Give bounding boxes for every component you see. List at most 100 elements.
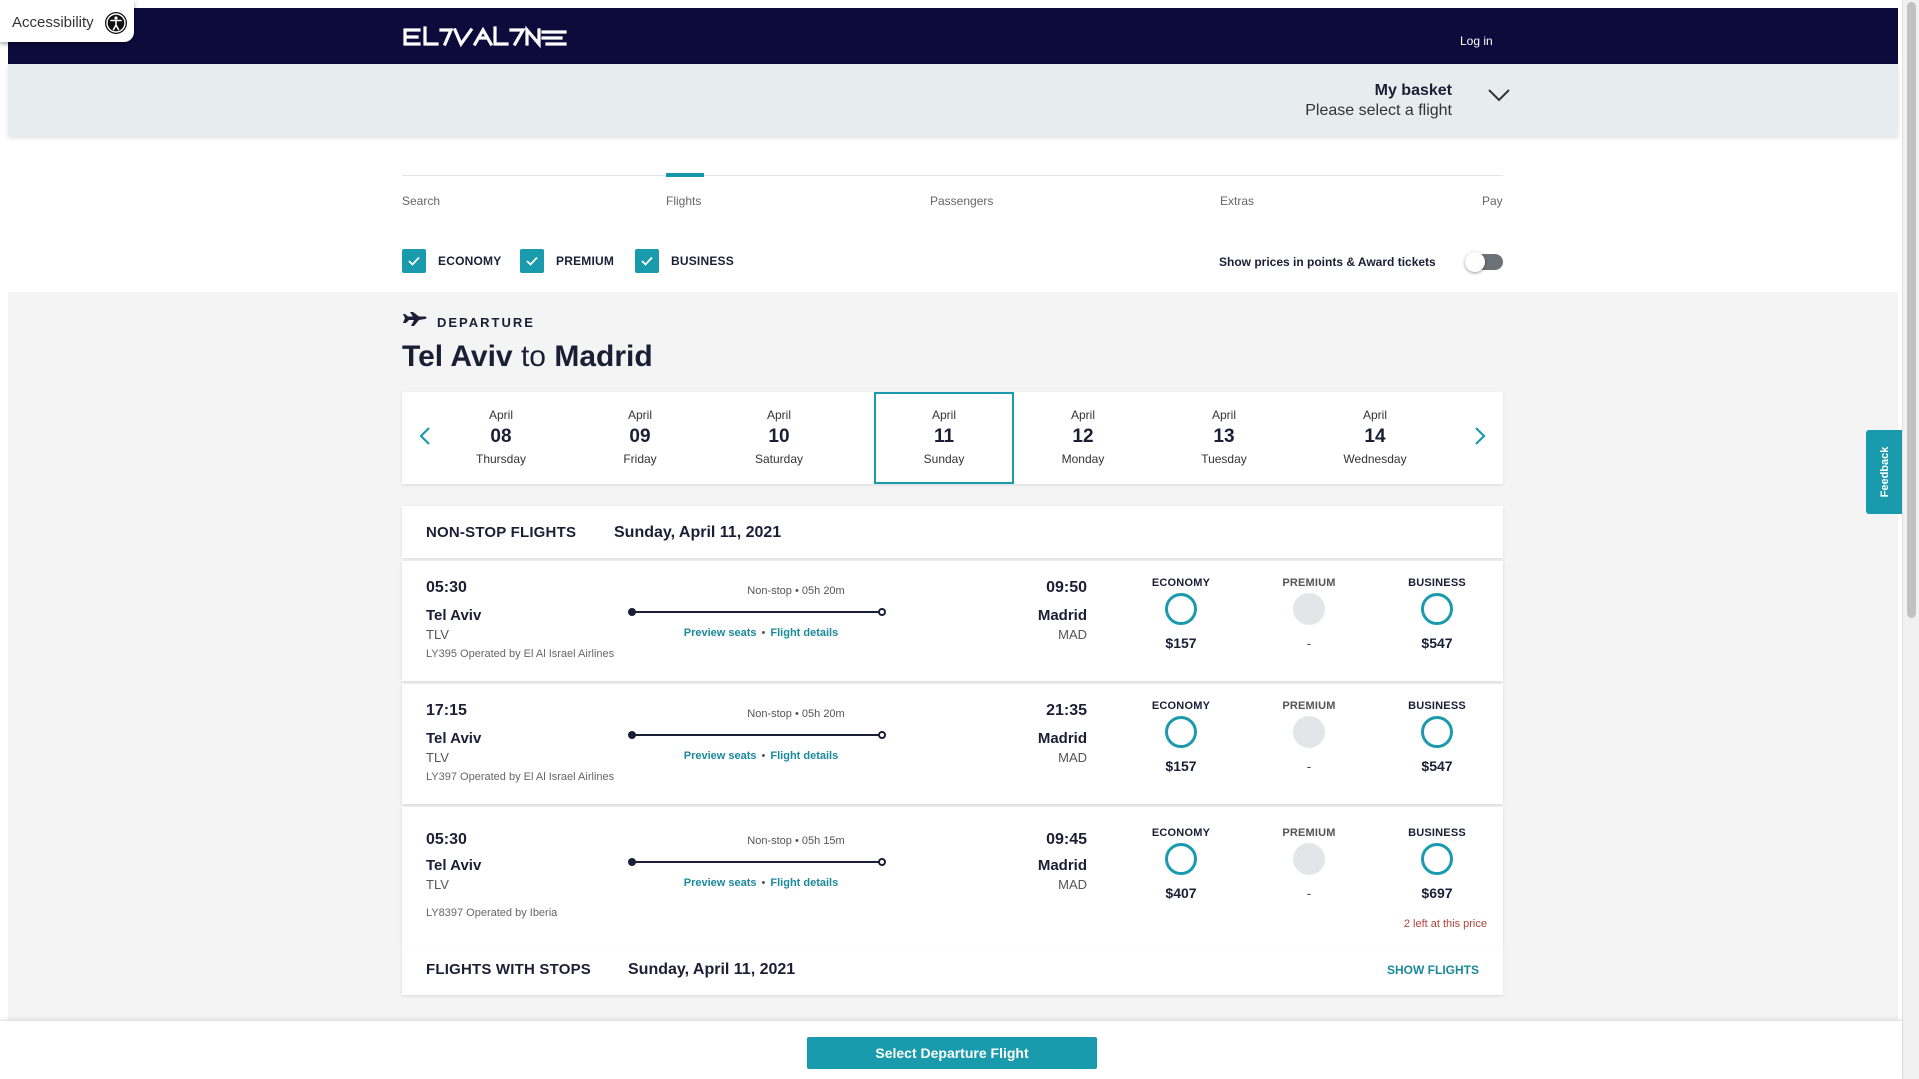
date-option-selected[interactable]: April 11 Sunday (874, 392, 1014, 484)
chevron-down-icon[interactable] (1487, 86, 1511, 104)
route-connector: to (520, 340, 546, 373)
scroll-thumb[interactable] (1907, 2, 1916, 618)
date-day: 09 (629, 426, 651, 447)
economy-fare-radio[interactable] (1165, 593, 1197, 625)
route-title: Tel Aviv to Madrid (402, 340, 653, 374)
date-day: 13 (1213, 426, 1235, 447)
departure-time: 17:15 (426, 702, 467, 719)
stops-label: Non-stop (747, 585, 792, 597)
basket-bar[interactable]: My basket Please select a flight (8, 64, 1898, 136)
business-fare[interactable]: BUSINESS $547 (1382, 700, 1492, 774)
active-step-indicator (666, 173, 704, 177)
premium-checkbox[interactable] (520, 249, 544, 273)
arrival-time: 21:35 (1046, 702, 1087, 719)
top-header: Log in (8, 8, 1898, 64)
basket-title: My basket (1374, 82, 1452, 99)
economy-fare[interactable]: ECONOMY $407 (1126, 827, 1236, 901)
date-option[interactable]: April 14 Wednesday (1305, 392, 1445, 484)
check-icon (408, 256, 420, 266)
accessibility-icon (105, 12, 127, 34)
fare-label: BUSINESS (1408, 700, 1466, 712)
step-flights: Flights (666, 194, 702, 208)
business-fare-radio[interactable] (1421, 843, 1453, 875)
flight-row[interactable]: 05:30 Tel Aviv TLV LY8397 Operated by Ib… (402, 807, 1503, 945)
business-filter[interactable]: BUSINESS (635, 249, 734, 273)
arrival-time: 09:50 (1046, 579, 1087, 596)
date-month: April (931, 408, 956, 422)
select-departure-flight-button[interactable]: Select Departure Flight (807, 1037, 1097, 1069)
date-option[interactable]: April 12 Monday (1013, 392, 1153, 484)
fare-price: $157 (1165, 758, 1197, 774)
business-fare[interactable]: BUSINESS $697 (1382, 827, 1492, 901)
step-search[interactable]: Search (402, 194, 440, 208)
check-icon (641, 256, 653, 266)
economy-checkbox[interactable] (402, 249, 426, 273)
premium-fare: PREMIUM - (1254, 577, 1364, 651)
premium-fare-radio-disabled (1293, 716, 1325, 748)
preview-seats-link[interactable]: Preview seats (684, 877, 757, 889)
flight-row[interactable]: 05:30 Tel Aviv TLV LY395 Operated by El … (402, 561, 1503, 681)
economy-filter[interactable]: ECONOMY (402, 249, 501, 273)
feedback-label: Feedback (1879, 446, 1891, 498)
nonstop-date: Sunday, April 11, 2021 (614, 524, 782, 541)
fare-label: BUSINESS (1408, 577, 1466, 589)
seats-left-warning: 2 left at this price (1403, 918, 1487, 930)
date-option[interactable]: April 09 Friday (570, 392, 710, 484)
economy-fare[interactable]: ECONOMY $157 (1126, 700, 1236, 774)
date-option[interactable]: April 10 Saturday (709, 392, 849, 484)
dot-separator: • (794, 708, 802, 720)
show-flights-link[interactable]: SHOW FLIGHTS (1387, 963, 1479, 977)
economy-fare[interactable]: ECONOMY $157 (1126, 577, 1236, 651)
flight-row[interactable]: 17:15 Tel Aviv TLV LY397 Operated by El … (402, 684, 1503, 804)
business-checkbox[interactable] (635, 249, 659, 273)
departure-time: 05:30 (426, 579, 467, 596)
dot-separator: • (794, 835, 802, 847)
business-fare-radio[interactable] (1421, 593, 1453, 625)
flight-links: Preview seats • Flight details (683, 627, 839, 639)
economy-fare-radio[interactable] (1165, 716, 1197, 748)
chevron-right-icon[interactable] (1467, 424, 1491, 448)
flight-details-link[interactable]: Flight details (770, 877, 838, 889)
premium-fare: PREMIUM - (1254, 827, 1364, 901)
nonstop-header: NON-STOP FLIGHTS Sunday, April 11, 2021 (402, 506, 1503, 558)
date-option[interactable]: April 13 Tuesday (1154, 392, 1294, 484)
preview-seats-link[interactable]: Preview seats (684, 627, 757, 639)
fare-label: PREMIUM (1282, 827, 1336, 839)
business-fare-radio[interactable] (1421, 716, 1453, 748)
flight-details-link[interactable]: Flight details (770, 750, 838, 762)
date-option[interactable]: April 08 Thursday (431, 392, 571, 484)
duration-label: 05h 20m (801, 708, 845, 720)
flight-links: Preview seats • Flight details (683, 877, 839, 889)
departure-code: TLV (426, 877, 449, 892)
login-link[interactable]: Log in (1460, 34, 1493, 48)
accessibility-button[interactable]: Accessibility (0, 0, 134, 42)
flight-summary: Non-stop • 05h 20m (696, 708, 896, 720)
toggle-knob (1465, 252, 1485, 272)
date-day: 12 (1072, 426, 1094, 447)
date-weekday: Tuesday (1201, 452, 1247, 466)
date-weekday: Friday (623, 452, 657, 466)
date-weekday: Thursday (475, 452, 527, 466)
fare-label: BUSINESS (1408, 827, 1466, 839)
business-fare[interactable]: BUSINESS $547 (1382, 577, 1492, 651)
feedback-tab[interactable]: Feedback (1866, 430, 1904, 514)
flight-links: Preview seats • Flight details (683, 750, 839, 762)
preview-seats-link[interactable]: Preview seats (684, 750, 757, 762)
fare-price: $697 (1421, 885, 1453, 901)
fare-price: $407 (1165, 885, 1197, 901)
arrival-code: MAD (1058, 877, 1087, 892)
page-scrollbar[interactable] (1902, 0, 1919, 1079)
arrival-city: Madrid (1037, 730, 1087, 747)
route-line (628, 607, 886, 617)
page: Log in Accessibility My basket Please se… (0, 0, 1919, 1079)
flight-details-link[interactable]: Flight details (770, 627, 838, 639)
economy-fare-radio[interactable] (1165, 843, 1197, 875)
date-weekday: Saturday (754, 452, 804, 466)
date-day: 11 (933, 426, 955, 447)
elal-logo[interactable] (403, 22, 568, 54)
points-toggle[interactable] (1465, 252, 1503, 272)
fare-label: ECONOMY (1151, 577, 1211, 589)
premium-filter[interactable]: PREMIUM (520, 249, 614, 273)
arrival-code: MAD (1058, 750, 1087, 765)
step-pay: Pay (1482, 194, 1503, 208)
